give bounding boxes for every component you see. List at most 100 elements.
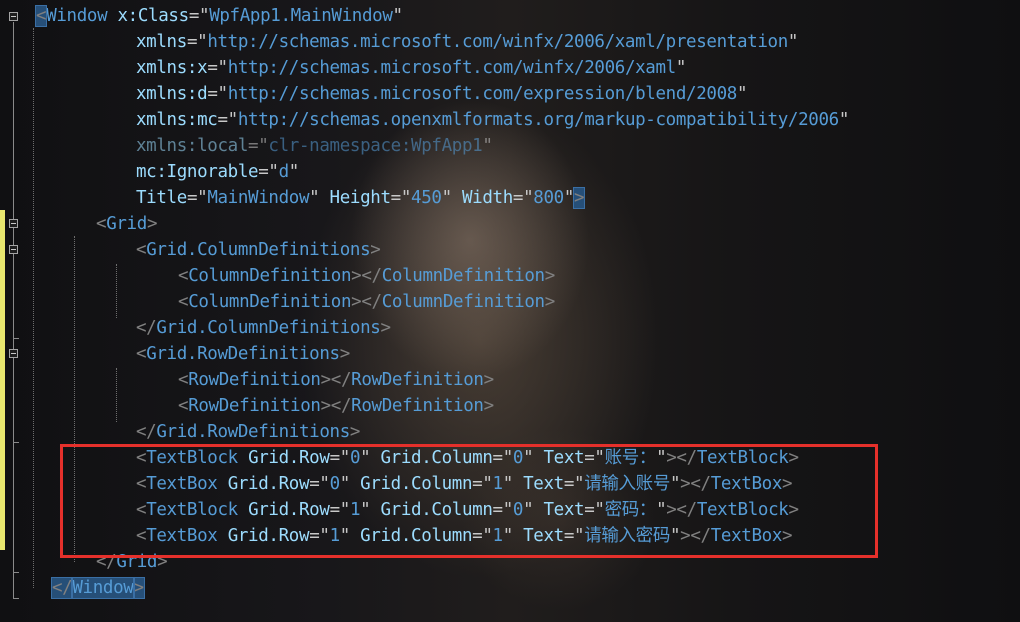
code-token: " [675,58,687,78]
code-token: " [787,32,799,52]
code-token: =" [186,32,208,52]
code-line[interactable]: <Grid.ColumnDefinitions> [136,237,381,263]
fold-end-window [13,598,19,599]
code-token: < [136,344,147,364]
code-token: xmlns:x [136,58,208,78]
code-token: =" [207,58,228,78]
fold-end-row-definitions [13,442,19,443]
code-token: Window [71,577,135,599]
code-token: Window [46,6,108,26]
code-token: </ [136,318,157,338]
code-token: Grid.ColumnDefinitions [156,318,381,338]
code-token: > [483,396,495,416]
code-token: Title [136,188,187,208]
code-token: =" [258,162,279,182]
code-token: < [136,240,147,260]
code-token: > [483,370,495,390]
code-line[interactable]: <Grid> [96,211,157,237]
code-token: > [349,422,361,442]
code-token: ColumnDefinition [381,266,545,286]
code-token: < [96,214,107,234]
code-line[interactable]: <RowDefinition></RowDefinition> [178,393,494,419]
code-token: d [278,162,290,182]
indent-guide [33,28,34,588]
code-token: > [380,318,391,338]
code-token: > [132,577,145,599]
code-token: " [563,188,575,208]
fold-end-grid [13,572,19,573]
code-token: " [441,188,462,208]
code-token: > [339,344,351,364]
code-line[interactable]: mc:Ignorable="d" [136,159,299,185]
fold-end-column-definitions [13,338,19,339]
code-token: xmlns:mc [136,110,218,130]
code-token: =" [207,84,228,104]
code-token: clr-namespace:WpfApp1 [268,136,483,156]
code-line[interactable]: xmlns:d="http://schemas.microsoft.com/ex… [136,81,748,107]
code-token: ></ [320,370,352,390]
collapse-window-icon[interactable] [9,12,18,21]
code-token: < [178,370,189,390]
code-token: RowDefinition [188,396,321,416]
code-token: 800 [533,188,564,208]
code-line[interactable]: xmlns:x="http://schemas.microsoft.com/wi… [136,55,686,81]
code-token: " [482,136,493,156]
code-line[interactable]: </Window> [50,575,145,601]
code-line[interactable]: </Grid.RowDefinitions> [136,419,360,445]
code-token: > [544,292,556,312]
code-line[interactable]: </Grid.ColumnDefinitions> [136,315,391,341]
code-token: Grid.RowDefinitions [156,422,350,442]
code-token: ></ [351,292,382,312]
code-token: MainWindow [207,188,310,208]
code-token: Grid [106,214,147,234]
code-token: < [178,292,189,312]
code-token: http://schemas.microsoft.com/expression/… [227,84,738,104]
code-line[interactable]: xmlns:local="clr-namespace:WpfApp1" [136,133,493,159]
code-token: " [309,188,330,208]
code-token: http://schemas.openxmlformats.org/markup… [237,110,839,130]
code-token: http://schemas.microsoft.com/winfx/2006/… [207,32,788,52]
code-token: > [573,187,586,209]
indent-guide [116,368,117,422]
code-token: Height [329,188,391,208]
code-token: WpfApp1.MainWindow [209,6,393,26]
fold-guide-window [13,22,14,598]
code-token: Width [461,188,513,208]
code-line[interactable]: <ColumnDefinition></ColumnDefinition> [178,263,555,289]
code-token: =" [217,110,239,130]
code-token: RowDefinition [188,370,321,390]
code-line[interactable]: <Grid.RowDefinitions> [136,341,350,367]
code-token: > [370,240,381,260]
code-token: xmlns [136,32,187,52]
code-token: http://schemas.microsoft.com/winfx/2006/… [227,58,677,78]
code-line[interactable]: xmlns="http://schemas.microsoft.com/winf… [136,29,798,55]
collapse-row-definitions-icon[interactable] [9,349,18,358]
code-line[interactable]: <Window x:Class="WpfApp1.MainWindow" [34,3,403,29]
collapse-column-definitions-icon[interactable] [9,245,18,254]
code-token: ColumnDefinition [381,292,545,312]
code-line[interactable]: <RowDefinition></RowDefinition> [178,367,494,393]
code-token: ColumnDefinition [188,266,352,286]
code-token: " [838,110,850,130]
code-token: < [178,396,189,416]
code-token: =" [248,136,269,156]
code-token: xmlns:local [136,136,249,156]
code-token: =" [512,188,534,208]
code-token: > [146,214,158,234]
code-token: < [34,5,48,27]
code-token: < [178,266,189,286]
code-token: ></ [320,396,352,416]
code-token: </ [136,422,157,442]
code-token: RowDefinition [351,396,484,416]
xaml-code-editor[interactable]: <Window x:Class="WpfApp1.MainWindow" xmln… [0,0,1020,622]
code-line[interactable]: Title="MainWindow" Height="450" Width="8… [136,185,586,211]
collapse-grid-icon[interactable] [9,219,18,228]
code-line[interactable]: <ColumnDefinition></ColumnDefinition> [178,289,555,315]
change-indicator-bar [0,210,5,550]
code-token: 450 [411,188,442,208]
code-line[interactable]: xmlns:mc="http://schemas.openxmlformats.… [136,107,849,133]
code-token: mc:Ignorable [136,162,259,182]
code-token: ></ [351,266,382,286]
code-token: " [288,162,300,182]
